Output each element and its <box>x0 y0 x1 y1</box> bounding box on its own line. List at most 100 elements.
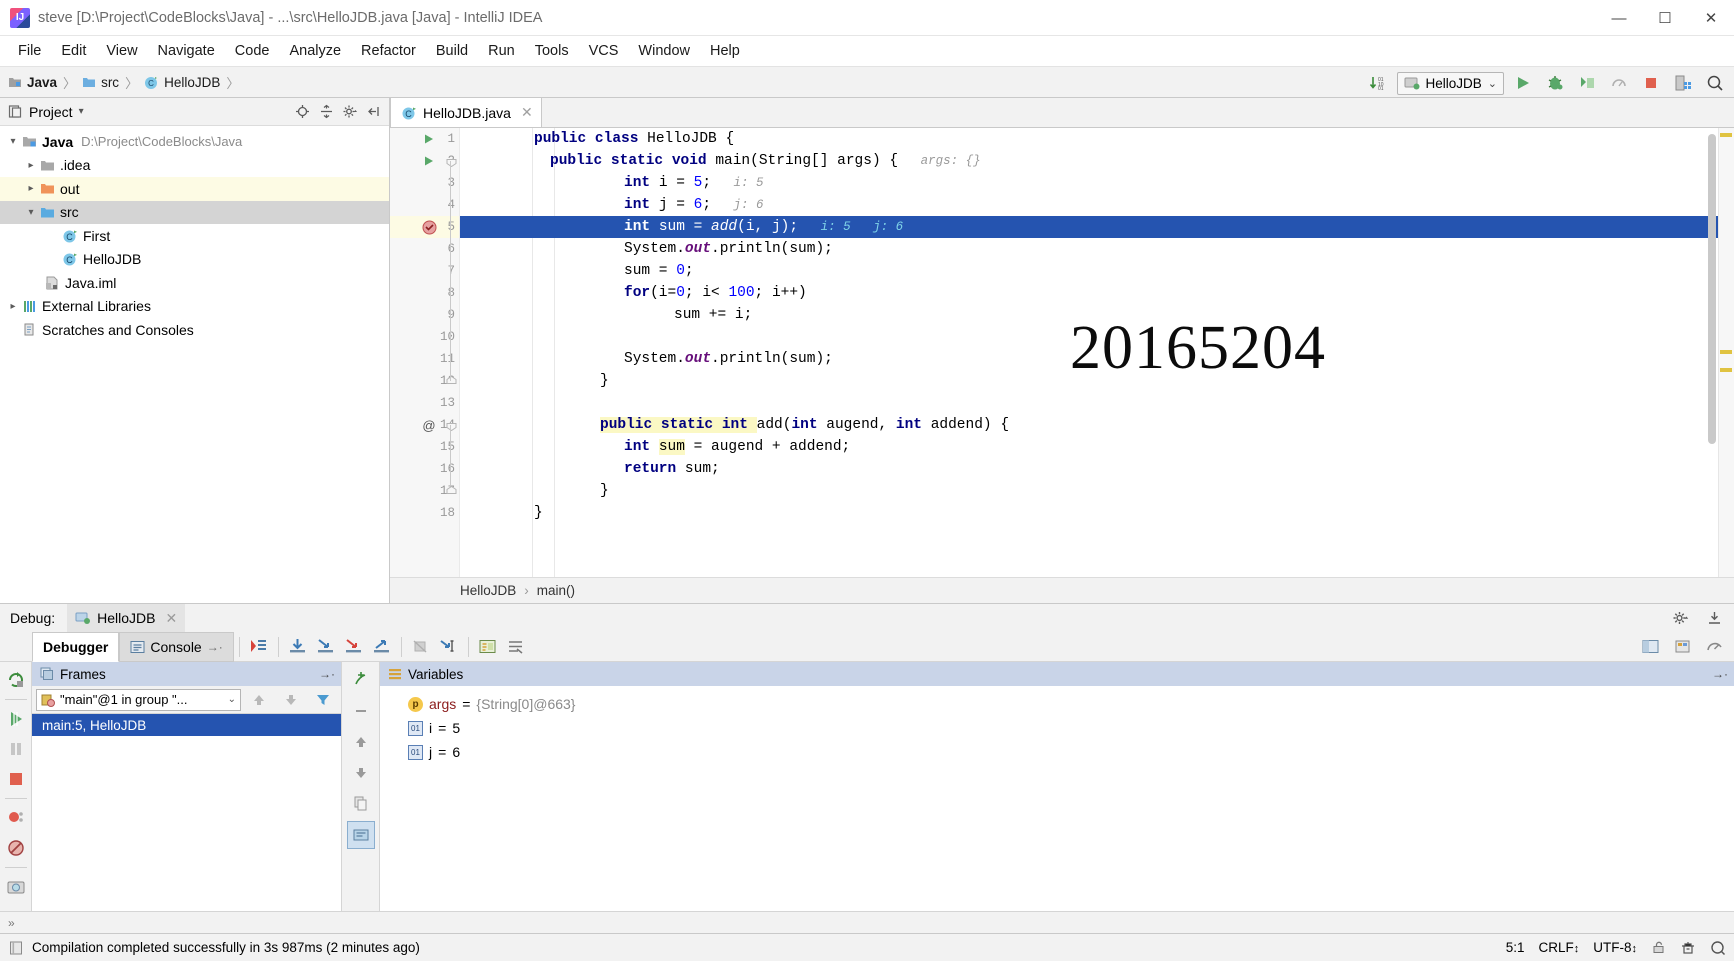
menu-vcs[interactable]: VCS <box>579 40 629 62</box>
code-line[interactable]: } <box>460 480 1734 502</box>
breakpoint-icon[interactable] <box>420 216 438 238</box>
run-gutter-icon[interactable] <box>420 150 438 172</box>
fold-collapse-icon[interactable] <box>444 414 458 436</box>
close-button[interactable]: ✕ <box>1688 0 1734 36</box>
menu-refactor[interactable]: Refactor <box>351 40 426 62</box>
breadcrumb-class[interactable]: HelloJDB <box>460 583 516 598</box>
editor-gutter[interactable]: 1 2 3 4 5 6 7 8 9 10 11 12 13 14 15 16 1 <box>390 128 460 577</box>
code-line[interactable]: int j = 6; j: 6 <box>460 194 1734 216</box>
layout-settings-icon[interactable] <box>1636 634 1664 660</box>
step-out-icon[interactable] <box>368 634 396 660</box>
search-everywhere-icon[interactable] <box>1702 70 1728 96</box>
code-line[interactable]: } <box>460 502 1734 524</box>
hide-panel-icon[interactable] <box>363 101 385 123</box>
menu-window[interactable]: Window <box>628 40 700 62</box>
run-gutter-icon[interactable] <box>420 128 438 150</box>
tree-node-java-iml[interactable]: Java.iml <box>0 271 389 295</box>
code-line[interactable]: for (i= 0; i< 100; i++) <box>460 282 1734 304</box>
chevron-down-icon[interactable]: ▾ <box>22 207 40 218</box>
step-into-icon[interactable] <box>312 634 340 660</box>
chevron-down-icon[interactable]: ⌄ <box>228 694 236 705</box>
inspection-hector-icon[interactable] <box>1680 940 1696 956</box>
hide-icon[interactable] <box>1700 605 1728 631</box>
show-execution-point-icon[interactable] <box>245 634 273 660</box>
line-separator[interactable]: CRLF↕ <box>1538 940 1579 955</box>
resume-program-icon[interactable] <box>2 705 30 733</box>
read-only-lock-icon[interactable] <box>1651 940 1666 955</box>
override-icon[interactable]: @ <box>420 414 438 436</box>
menu-run[interactable]: Run <box>478 40 525 62</box>
close-icon[interactable]: ✕ <box>521 104 533 121</box>
watch-up-icon[interactable] <box>347 728 375 756</box>
thread-selector[interactable]: "main"@1 in group "... ⌄ <box>36 688 241 711</box>
stripe-warning-marker[interactable] <box>1720 133 1732 137</box>
expand-collapse-icon[interactable] <box>315 101 337 123</box>
filter-frames-icon[interactable] <box>309 687 337 713</box>
menu-view[interactable]: View <box>96 40 147 62</box>
pin-tab-icon[interactable] <box>1668 634 1696 660</box>
menu-help[interactable]: Help <box>700 40 750 62</box>
fold-collapse-icon[interactable] <box>444 150 458 172</box>
frame-list[interactable]: main:5, HelloJDB <box>32 714 341 911</box>
tree-node-java[interactable]: ▾ Java D:\Project\CodeBlocks\Java <box>0 130 389 154</box>
stripe-warning-marker-3[interactable] <box>1720 368 1732 372</box>
inspect-icon[interactable] <box>346 821 375 849</box>
code-line[interactable]: int sum = augend + addend; <box>460 436 1734 458</box>
menu-navigate[interactable]: Navigate <box>148 40 225 62</box>
tree-node-external-libraries[interactable]: ▸ External Libraries <box>0 295 389 319</box>
pause-program-icon[interactable] <box>2 735 30 763</box>
editor-body[interactable]: 1 2 3 4 5 6 7 8 9 10 11 12 13 14 15 16 1 <box>390 128 1734 577</box>
screenshot-icon[interactable] <box>2 873 30 901</box>
step-over-icon[interactable] <box>284 634 312 660</box>
stop-button[interactable] <box>1638 70 1664 96</box>
maximize-button[interactable]: ☐ <box>1642 0 1688 36</box>
fold-expand-icon[interactable] <box>444 480 458 502</box>
add-watch-icon[interactable] <box>347 666 375 694</box>
frame-up-icon[interactable] <box>245 687 273 713</box>
debug-button[interactable] <box>1542 70 1568 96</box>
error-stripe-marker-bar[interactable] <box>1718 128 1734 577</box>
file-encoding[interactable]: UTF-8↕ <box>1593 940 1637 955</box>
tree-node-scratches[interactable]: Scratches and Consoles <box>0 318 389 342</box>
variable-row-i[interactable]: 01 i = 5 <box>380 716 1734 740</box>
tree-node-src[interactable]: ▾ src <box>0 200 389 224</box>
menu-analyze[interactable]: Analyze <box>279 40 351 62</box>
tree-node-hellojdb[interactable]: C HelloJDB <box>0 248 389 272</box>
watch-down-icon[interactable] <box>347 759 375 787</box>
chevron-down-icon[interactable]: ⌄ <box>1488 77 1497 90</box>
force-step-into-icon[interactable] <box>340 634 368 660</box>
tree-node-out[interactable]: ▸ out <box>0 177 389 201</box>
breadcrumb-item-src[interactable]: src <box>101 75 119 90</box>
tab-debugger[interactable]: Debugger <box>32 631 120 662</box>
run-configuration-selector[interactable]: HelloJDB ⌄ <box>1396 71 1504 95</box>
stop-session-icon[interactable] <box>2 765 30 793</box>
caret-position[interactable]: 5:1 <box>1506 940 1525 955</box>
debug-session-tab[interactable]: HelloJDB ✕ <box>67 604 186 632</box>
menu-edit[interactable]: Edit <box>51 40 96 62</box>
code-line[interactable]: public class HelloJDB { <box>460 128 1734 150</box>
profiler-button[interactable] <box>1606 70 1632 96</box>
tab-console[interactable]: Console →· <box>119 631 234 662</box>
code-line[interactable]: public static void main(String[] args) {… <box>460 150 1734 172</box>
variables-list[interactable]: p args = {String[0]@663} 01 i = 5 01 j =… <box>380 686 1734 911</box>
code-line[interactable]: return sum; <box>460 458 1734 480</box>
menu-tools[interactable]: Tools <box>525 40 579 62</box>
evaluate-expression-icon[interactable] <box>474 634 502 660</box>
frame-item[interactable]: main:5, HelloJDB <box>32 714 341 736</box>
mute-breakpoints-icon[interactable] <box>502 634 530 660</box>
copy-value-icon[interactable] <box>347 790 375 818</box>
tree-node-first[interactable]: C First <box>0 224 389 248</box>
remove-watch-icon[interactable] <box>347 697 375 725</box>
breadcrumb-item-java[interactable]: Java <box>27 75 57 90</box>
code-line[interactable]: sum = 0; <box>460 260 1734 282</box>
code-text[interactable]: public class HelloJDB { public static vo… <box>460 128 1734 577</box>
tree-node-idea[interactable]: ▸ .idea <box>0 154 389 178</box>
expand-strip-icon[interactable]: » <box>8 916 15 930</box>
view-breakpoints-icon[interactable] <box>2 804 30 832</box>
coverage-button[interactable] <box>1574 70 1600 96</box>
hide-panel-icon[interactable]: →· <box>1712 667 1728 681</box>
search-icon[interactable] <box>1710 940 1726 956</box>
run-button[interactable] <box>1510 70 1536 96</box>
close-icon[interactable]: ✕ <box>166 610 178 627</box>
project-panel-title-group[interactable]: Project ▾ <box>8 104 84 120</box>
